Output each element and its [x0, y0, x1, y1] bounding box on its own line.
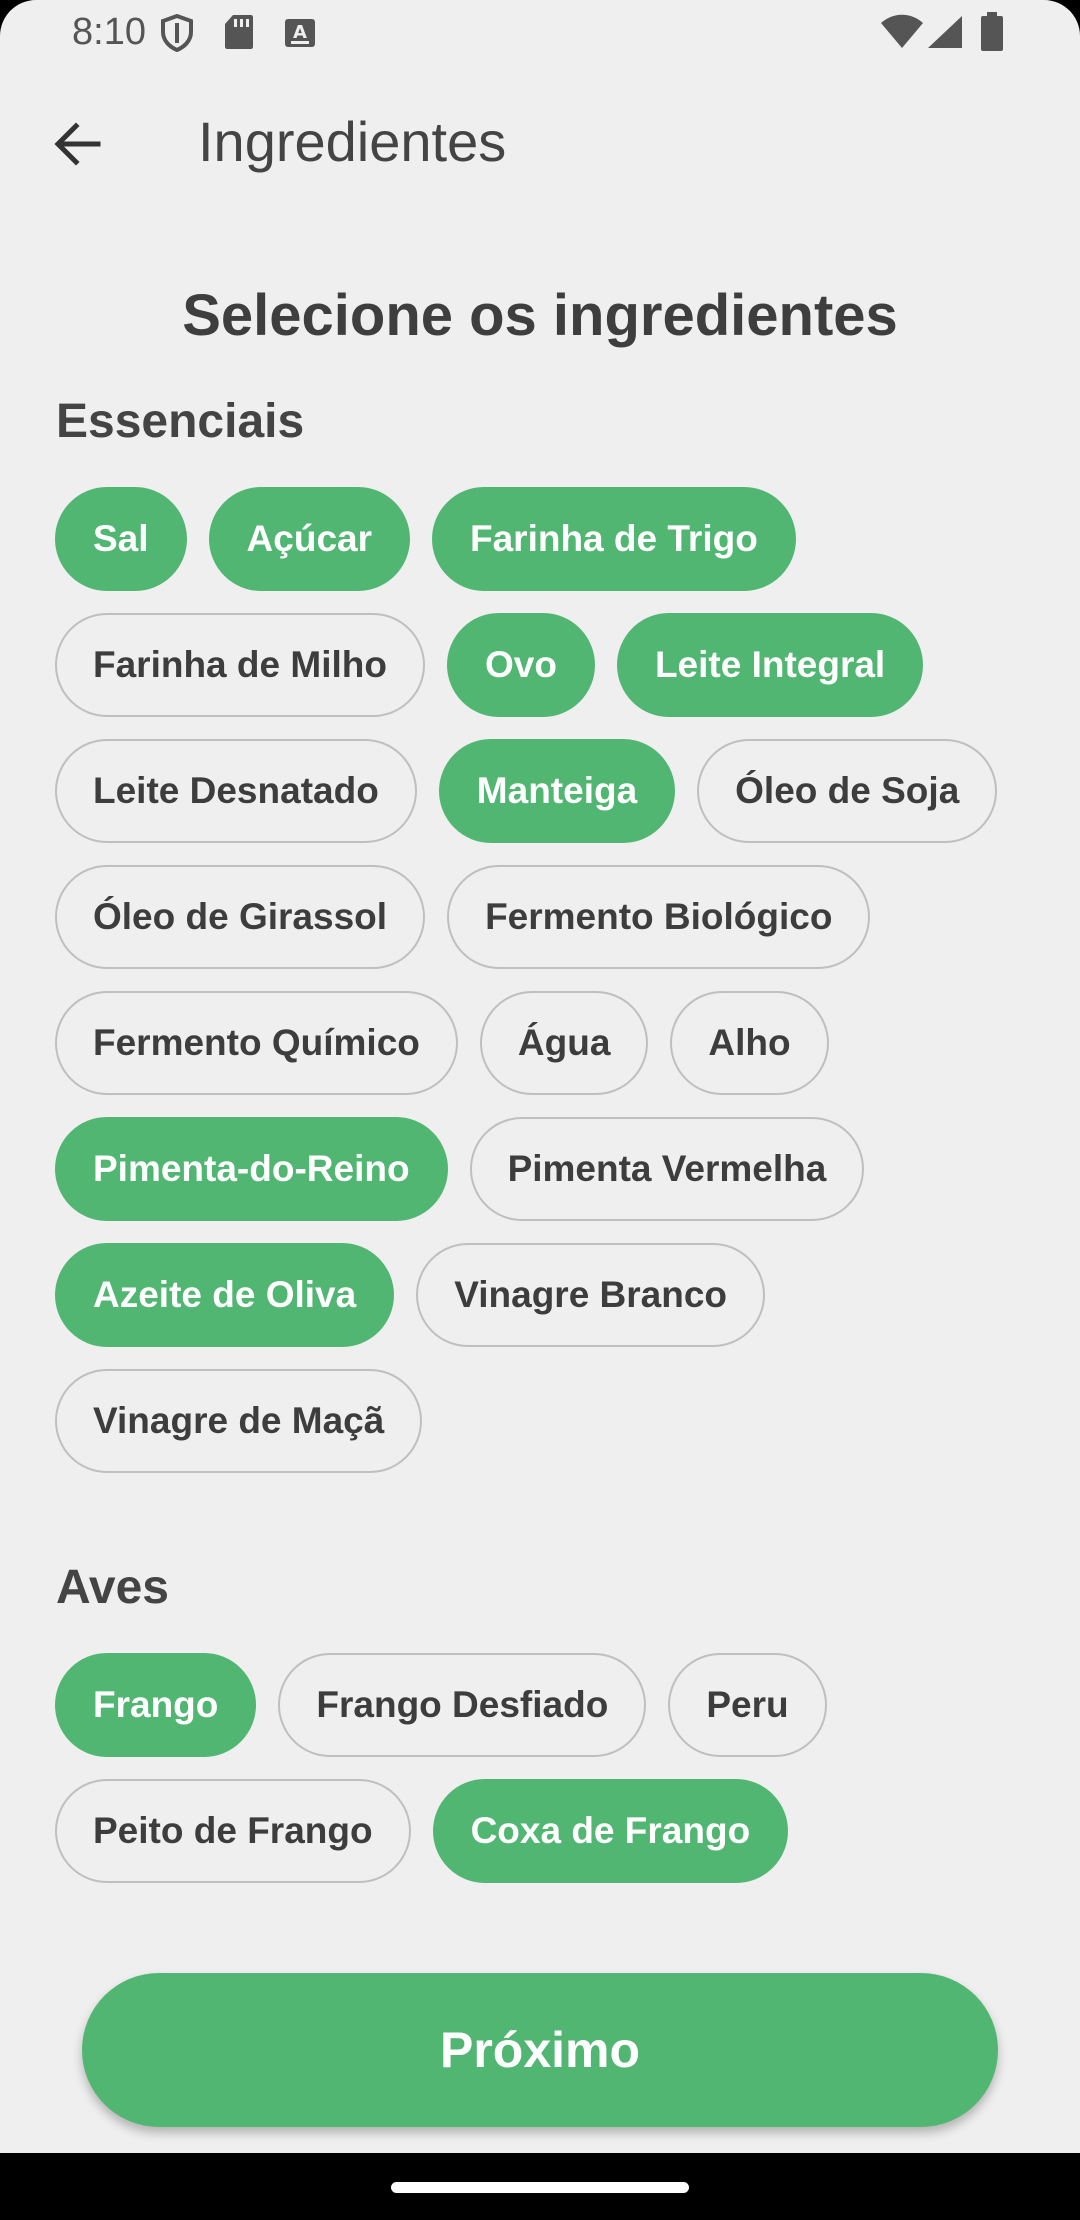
ingredient-chip[interactable]: Peito de Frango [55, 1779, 411, 1883]
ingredient-chip[interactable]: Azeite de Oliva [55, 1243, 395, 1347]
ingredient-chip[interactable]: Peru [668, 1653, 827, 1757]
ingredient-chip[interactable]: Fermento Biológico [447, 865, 871, 969]
wifi-icon [880, 14, 924, 55]
ingredient-chip[interactable]: Pimenta-do-Reino [55, 1117, 448, 1221]
ingredient-chip[interactable]: Vinagre Branco [416, 1243, 766, 1347]
ingredient-chip[interactable]: Sal [55, 487, 187, 591]
next-button[interactable]: Próximo [82, 1973, 998, 2127]
ingredient-chip[interactable]: Açúcar [208, 487, 410, 591]
ingredient-chip[interactable]: Óleo de Girassol [55, 865, 426, 969]
shield-icon [160, 13, 194, 57]
ingredient-chip[interactable]: Farinha de Trigo [432, 487, 796, 591]
app-bar-title: Ingredientes [198, 110, 507, 173]
ingredient-chip[interactable]: Frango [55, 1653, 257, 1757]
arrow-back-icon [52, 118, 104, 175]
sd-card-icon [224, 14, 254, 55]
section-title-aves: Aves [56, 1561, 169, 1614]
home-indicator[interactable] [391, 2182, 689, 2193]
ingredient-chip[interactable]: Leite Integral [616, 613, 924, 717]
ingredient-chip[interactable]: Farinha de Milho [55, 613, 425, 717]
status-bar: 8:10 A [0, 0, 1080, 66]
battery-icon [980, 12, 1004, 57]
ingredient-chip[interactable]: Coxa de Frango [432, 1779, 789, 1883]
ingredient-chip[interactable]: Vinagre de Maçã [55, 1369, 423, 1473]
ingredient-chip[interactable]: Frango Desfiado [278, 1653, 647, 1757]
ingredient-chip[interactable]: Leite Desnatado [55, 739, 417, 843]
signal-icon [926, 14, 964, 55]
page-heading: Selecione os ingredientes [182, 283, 898, 348]
chip-group-essenciais: Sal Açúcar Farinha de Trigo Farinha de Milh… [55, 487, 1035, 1473]
keyboard-a-icon: A [284, 18, 316, 53]
ingredient-chip[interactable]: Manteiga [438, 739, 676, 843]
ingredient-chip[interactable]: Alho [670, 991, 829, 1095]
status-time: 8:10 [72, 11, 146, 53]
ingredient-chip[interactable]: Fermento Químico [55, 991, 458, 1095]
ingredient-list[interactable]: Selecione os ingredientes Essenciais Sal… [0, 204, 1080, 1944]
ingredient-chip[interactable]: Pimenta Vermelha [469, 1117, 865, 1221]
ingredient-chip[interactable]: Ovo [446, 613, 595, 717]
svg-text:A: A [293, 22, 307, 43]
section-title-essenciais: Essenciais [56, 395, 305, 448]
screen: 8:10 A Ingredientes Selecione os ingredi… [0, 0, 1080, 2153]
top-app-bar: Ingredientes [0, 80, 1080, 204]
chip-group-aves: Frango Frango Desfiado Peru Peito de Frango… [55, 1653, 1035, 1883]
ingredient-chip[interactable]: Água [479, 991, 649, 1095]
ingredient-chip[interactable]: Óleo de Soja [697, 739, 998, 843]
back-button[interactable] [34, 102, 122, 190]
